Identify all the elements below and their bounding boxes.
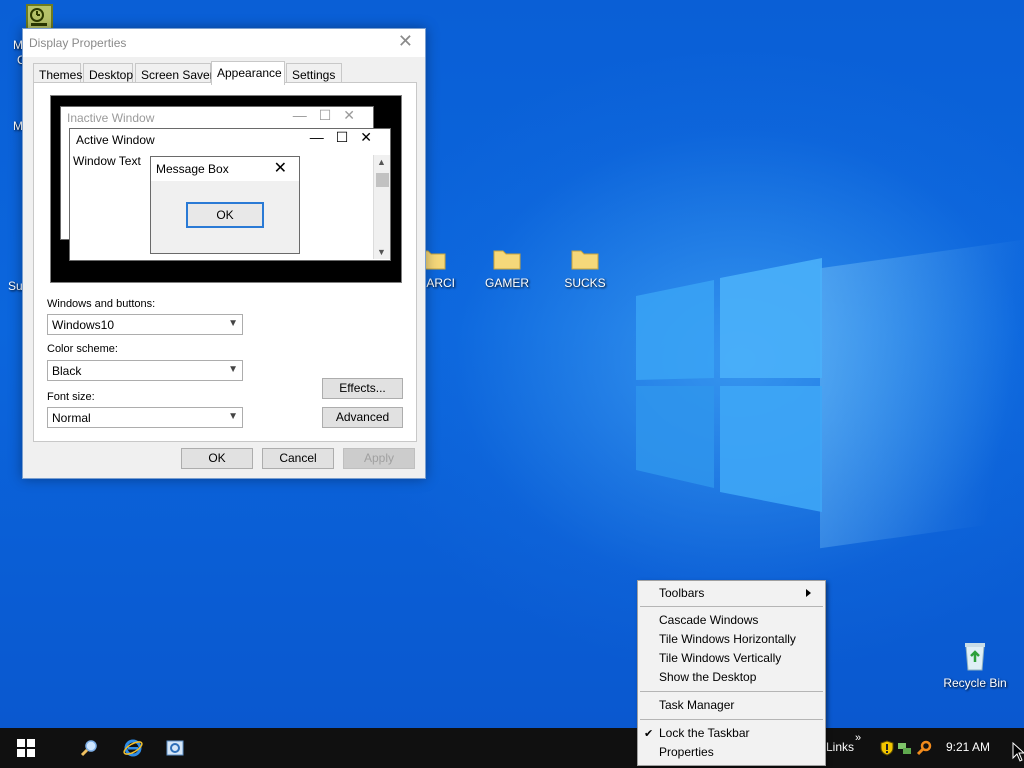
tray-security-button[interactable] bbox=[878, 728, 896, 768]
advanced-button[interactable]: Advanced bbox=[322, 407, 403, 428]
taskbar-context-menu: Toolbars Cascade Windows Tile Windows Ho… bbox=[637, 580, 826, 766]
tab-settings[interactable]: Settings bbox=[286, 63, 342, 84]
desktop-icon-recycle-bin[interactable]: Recycle Bin bbox=[935, 640, 1015, 690]
scroll-up-icon: ▲ bbox=[377, 157, 386, 167]
message-box-title: Message Box bbox=[156, 162, 229, 176]
menu-item-show-desktop[interactable]: Show the Desktop bbox=[659, 668, 819, 687]
control-panel-button[interactable] bbox=[160, 728, 190, 768]
submenu-arrow-icon bbox=[806, 589, 811, 597]
desktop-icon-folder[interactable]: SUCKS bbox=[545, 244, 625, 290]
desktop-icon-label-partial: Su bbox=[8, 279, 23, 293]
windows-buttons-select[interactable]: Windows10 ▼ bbox=[47, 314, 243, 335]
start-button[interactable] bbox=[6, 728, 46, 768]
links-chevron-icon[interactable]: » bbox=[855, 732, 861, 744]
menu-item-label: Toolbars bbox=[659, 586, 705, 600]
windows-buttons-value: Windows10 bbox=[52, 318, 115, 332]
tray-search-button[interactable] bbox=[914, 728, 934, 768]
apply-button[interactable]: Apply bbox=[343, 448, 415, 469]
search-tray-icon bbox=[916, 740, 932, 756]
menu-separator bbox=[640, 719, 823, 720]
ok-button[interactable]: OK bbox=[181, 448, 253, 469]
folder-icon bbox=[571, 250, 599, 270]
start-icon bbox=[17, 739, 35, 757]
effects-button[interactable]: Effects... bbox=[322, 378, 403, 399]
dialog-title: Display Properties bbox=[29, 36, 127, 50]
mouse-cursor-icon bbox=[1012, 742, 1024, 762]
cancel-button[interactable]: Cancel bbox=[262, 448, 334, 469]
preview-inactive-title: Inactive Window bbox=[67, 111, 155, 125]
desktop-app-icon[interactable] bbox=[26, 4, 53, 30]
desktop-icon-label: SUCKS bbox=[564, 276, 606, 290]
desktop-icon-folder[interactable]: GAMER bbox=[467, 244, 547, 290]
internet-explorer-icon bbox=[123, 739, 143, 757]
recycle-bin-icon bbox=[965, 643, 985, 671]
menu-separator bbox=[640, 606, 823, 607]
menu-item-lock-taskbar[interactable]: Lock the Taskbar bbox=[659, 724, 819, 743]
taskbar-clock[interactable]: 9:21 AM bbox=[946, 740, 990, 754]
search-icon bbox=[80, 740, 97, 757]
display-properties-dialog: Display Properties ✕ Themes Desktop Scre… bbox=[22, 28, 426, 479]
tab-themes[interactable]: Themes bbox=[33, 63, 82, 84]
color-scheme-value: Black bbox=[52, 364, 82, 378]
scroll-down-icon: ▼ bbox=[377, 247, 386, 257]
preview-active-controls: —☐✕ bbox=[309, 129, 384, 145]
color-scheme-select[interactable]: Black ▼ bbox=[47, 360, 243, 381]
color-scheme-label: Color scheme: bbox=[47, 343, 118, 355]
menu-item-tile-horizontally[interactable]: Tile Windows Horizontally bbox=[659, 630, 819, 649]
preview-scrollbar: ▲ ▼ bbox=[373, 155, 390, 259]
tab-screen-saver[interactable]: Screen Saver bbox=[135, 63, 214, 84]
internet-explorer-button[interactable] bbox=[118, 728, 148, 768]
desktop-icon-label: Recycle Bin bbox=[943, 676, 1007, 690]
chevron-down-icon: ▼ bbox=[228, 364, 238, 375]
appearance-preview: Inactive Window —☐✕ Active Window —☐✕ Wi… bbox=[50, 95, 402, 283]
links-toolbar-label[interactable]: Links bbox=[826, 740, 854, 754]
chevron-down-icon: ▼ bbox=[228, 411, 238, 422]
menu-item-task-manager[interactable]: Task Manager bbox=[659, 696, 819, 715]
menu-separator bbox=[640, 691, 823, 692]
security-shield-icon bbox=[880, 740, 894, 756]
tab-appearance[interactable]: Appearance bbox=[211, 61, 285, 85]
desktop-icon-label: GAMER bbox=[484, 276, 529, 290]
control-panel-icon bbox=[166, 740, 184, 756]
menu-item-properties[interactable]: Properties bbox=[659, 743, 819, 762]
chevron-down-icon: ▼ bbox=[228, 318, 238, 329]
folder-icon bbox=[493, 250, 521, 270]
menu-item-cascade[interactable]: Cascade Windows bbox=[659, 611, 819, 630]
close-icon: ✕ bbox=[273, 160, 287, 177]
preview-active-title: Active Window bbox=[76, 133, 155, 147]
search-button[interactable] bbox=[74, 728, 104, 768]
preview-ok-button: OK bbox=[186, 202, 264, 228]
font-size-value: Normal bbox=[52, 411, 91, 425]
wallpaper-light-beam bbox=[820, 231, 1024, 549]
preview-scroll-thumb bbox=[376, 173, 389, 187]
preview-message-box: Message Box ✕ OK bbox=[150, 156, 300, 254]
clock-icon bbox=[30, 8, 47, 26]
tab-desktop[interactable]: Desktop bbox=[83, 63, 133, 84]
font-size-label: Font size: bbox=[47, 391, 95, 403]
network-icon bbox=[898, 743, 911, 754]
windows-wallpaper-logo bbox=[636, 258, 822, 512]
message-box-titlebar: Message Box ✕ bbox=[151, 157, 299, 181]
appearance-tab-panel: Inactive Window —☐✕ Active Window —☐✕ Wi… bbox=[33, 82, 417, 442]
dialog-titlebar[interactable]: Display Properties ✕ bbox=[23, 29, 425, 57]
font-size-select[interactable]: Normal ▼ bbox=[47, 407, 243, 428]
menu-item-toolbars[interactable]: Toolbars bbox=[659, 584, 819, 603]
preview-inactive-controls: —☐✕ bbox=[292, 107, 367, 123]
checkmark-icon: ✔ bbox=[644, 728, 654, 740]
taskbar: Links » 9:21 AM bbox=[0, 728, 1024, 768]
tray-network-button[interactable] bbox=[896, 728, 914, 768]
close-icon[interactable]: ✕ bbox=[398, 31, 413, 52]
windows-buttons-label: Windows and buttons: bbox=[47, 298, 156, 310]
menu-item-tile-vertically[interactable]: Tile Windows Vertically bbox=[659, 649, 819, 668]
preview-window-text: Window Text bbox=[73, 154, 141, 168]
